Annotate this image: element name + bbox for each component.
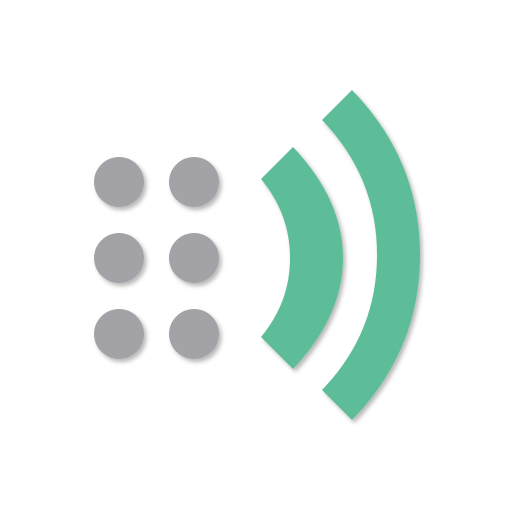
braille-dots: [94, 157, 219, 359]
braille-dot-top-right: [169, 157, 219, 207]
braille-dot-middle-right: [169, 233, 219, 283]
signal-waves: [261, 90, 420, 420]
braille-dot-middle-left: [94, 233, 144, 283]
braille-dot-top-left: [94, 157, 144, 207]
signal-wave-inner: [261, 147, 343, 369]
braille-signal-logo: [94, 90, 420, 420]
app-icon: [0, 0, 512, 512]
braille-dot-bottom-right: [169, 309, 219, 359]
braille-dot-bottom-left: [94, 309, 144, 359]
